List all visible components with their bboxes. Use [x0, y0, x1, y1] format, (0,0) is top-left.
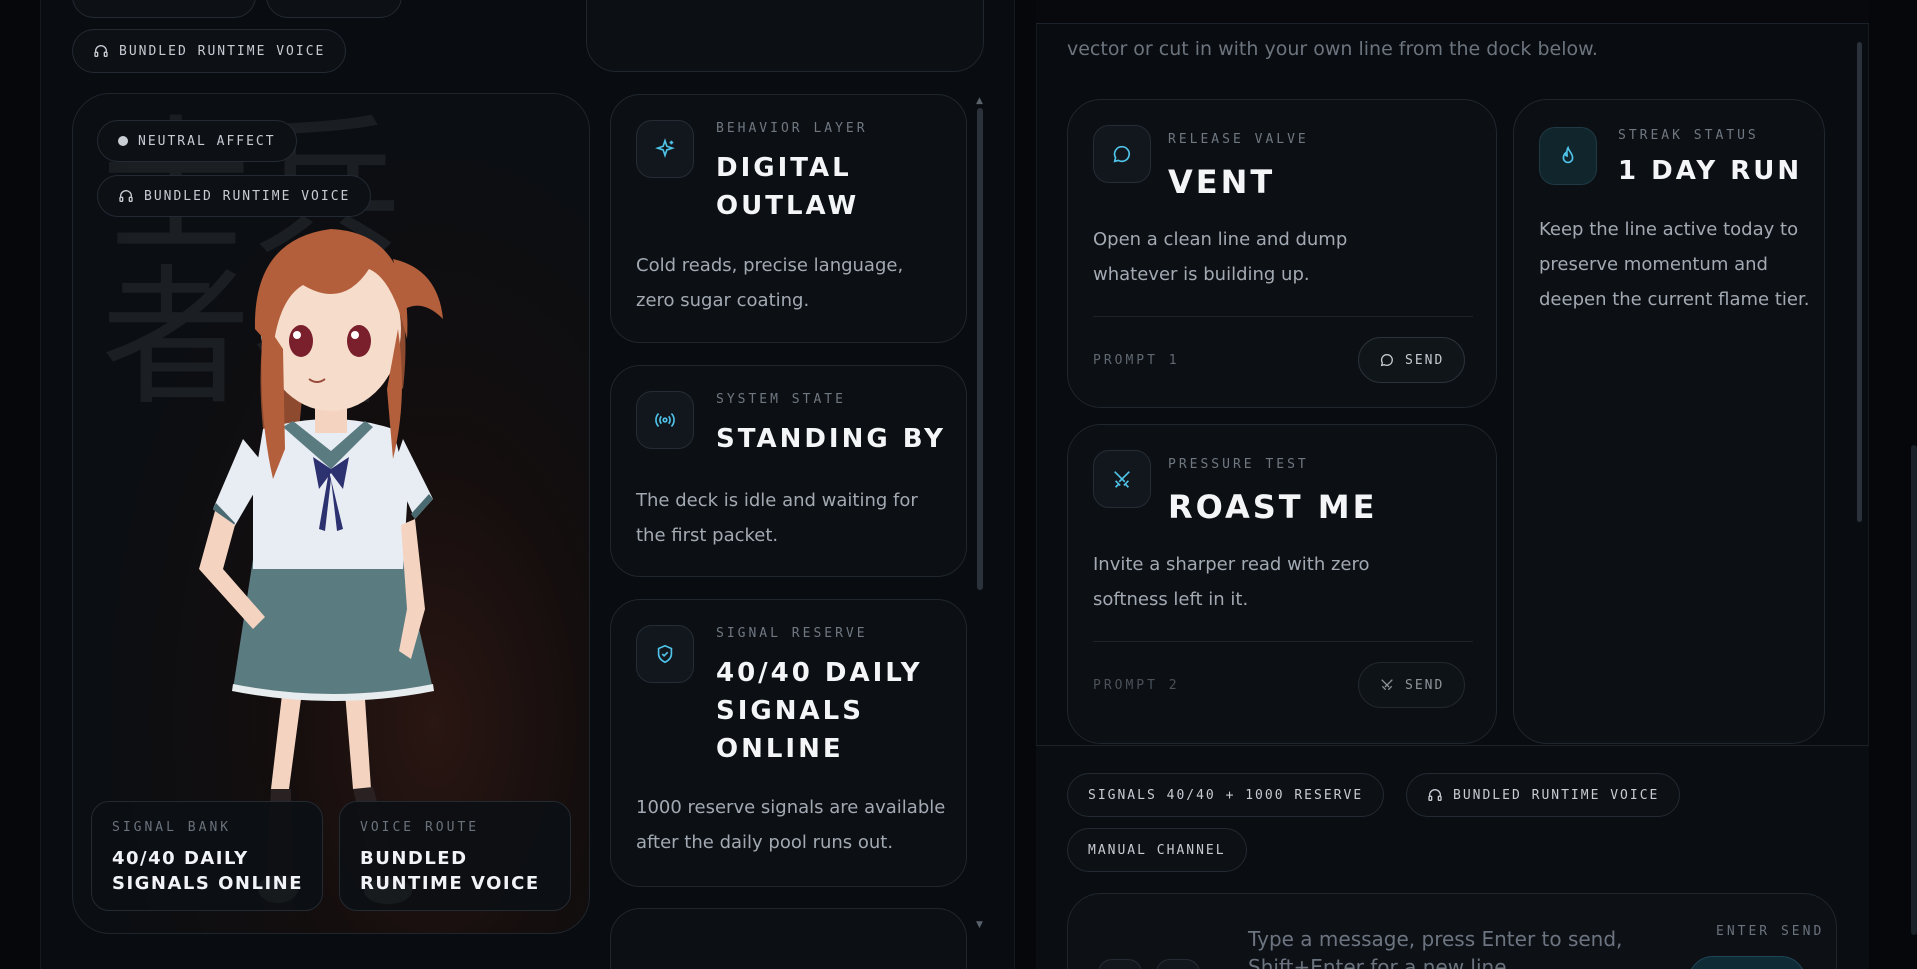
icon-tile	[1093, 450, 1151, 508]
card-body: Cold reads, precise language, zero sugar…	[636, 255, 904, 311]
status-card-behavior: BEHAVIOR LAYER DIGITAL OUTLAW Cold reads…	[610, 94, 967, 343]
prompt-card-roast[interactable]: PRESSURE TEST ROAST ME Invite a sharper …	[1067, 424, 1497, 744]
composer-tool-button[interactable]	[1156, 959, 1200, 969]
headphones-icon	[119, 190, 133, 202]
intro-text: vector or cut in with your own line from…	[1067, 38, 1598, 60]
chip-partial	[72, 0, 256, 18]
card-title: 40/40 DAILY SIGNALS ONLINE	[716, 658, 923, 764]
card-title: STANDING BY	[716, 424, 946, 454]
prompt-index: PROMPT 1	[1093, 353, 1180, 368]
scroll-down-arrow[interactable]: ▼	[976, 920, 983, 930]
page-scrollbar-thumb[interactable]	[1911, 445, 1917, 935]
card-kicker: STREAK STATUS	[1618, 128, 1759, 143]
stat-label: VOICE ROUTE	[360, 820, 480, 835]
hero-voice-chip: BUNDLED RUNTIME VOICE	[97, 175, 372, 217]
streak-card: STREAK STATUS 1 DAY RUN Keep the line ac…	[1513, 99, 1825, 744]
divider	[1093, 641, 1473, 642]
icon-tile	[636, 391, 694, 449]
headphones-icon	[94, 45, 108, 57]
sparkle-icon	[655, 138, 675, 159]
message-input[interactable]: Type a message, press Enter to send, Shi…	[1248, 925, 1622, 969]
icon-tile	[1539, 127, 1597, 185]
send-message-button[interactable]	[1688, 956, 1806, 969]
stat-signal-bank: SIGNAL BANK 40/40 DAILY SIGNALS ONLINE	[91, 801, 323, 911]
card-kicker: RELEASE VALVE	[1168, 132, 1309, 147]
channel-chip: MANUAL CHANNEL	[1067, 828, 1247, 872]
send-button[interactable]: SEND	[1358, 662, 1466, 708]
stat-value: BUNDLED RUNTIME VOICE	[360, 848, 540, 894]
left-scrollbar-thumb[interactable]	[977, 108, 983, 590]
voice-chip: BUNDLED RUNTIME VOICE	[72, 29, 347, 73]
flame-icon	[1562, 145, 1574, 164]
status-card-fragment	[610, 908, 967, 969]
icon-tile	[636, 120, 694, 178]
status-card-system: SYSTEM STATE STANDING BY The deck is idl…	[610, 365, 967, 577]
card-body: 1000 reserve signals are available after…	[636, 797, 946, 853]
send-button[interactable]: SEND	[1358, 337, 1466, 383]
message-placeholder: Type a message, press Enter to send,	[1248, 927, 1623, 951]
affect-chip: NEUTRAL AFFECT	[97, 120, 297, 162]
voice-chip-label: BUNDLED RUNTIME VOICE	[119, 43, 326, 59]
enter-hint: ENTER SEND	[1716, 924, 1825, 939]
send-button-label: SEND	[1405, 352, 1445, 368]
crossed-swords-icon	[1114, 471, 1130, 488]
card-body: Open a clean line and dump whatever is b…	[1093, 229, 1348, 285]
affect-dot	[118, 136, 128, 146]
icon-tile	[636, 625, 694, 683]
card-kicker: SYSTEM STATE	[716, 392, 846, 407]
card-fragment	[586, 0, 984, 72]
composer-tool-button[interactable]	[1098, 959, 1142, 969]
chip-partial	[266, 0, 402, 18]
headphones-icon	[1428, 789, 1442, 801]
signals-chip: SIGNALS 40/40 + 1000 RESERVE	[1067, 773, 1385, 817]
crossed-swords-icon	[1381, 679, 1393, 691]
card-body: Keep the line active today to preserve m…	[1539, 219, 1810, 310]
broadcast-icon	[655, 413, 675, 427]
divider	[1093, 316, 1473, 317]
card-body: The deck is idle and waiting for the fir…	[636, 490, 918, 546]
card-kicker: SIGNAL RESERVE	[716, 626, 868, 641]
card-title: 1 DAY RUN	[1618, 156, 1803, 186]
right-scrollbar-thumb[interactable]	[1857, 42, 1862, 522]
message-placeholder-2: Shift+Enter for a new line.	[1248, 955, 1513, 969]
card-title: ROAST ME	[1168, 488, 1378, 526]
status-card-reserve: SIGNAL RESERVE 40/40 DAILY SIGNALS ONLIN…	[610, 599, 967, 887]
prompt-index: PROMPT 2	[1093, 678, 1180, 693]
card-title: DIGITAL OUTLAW	[716, 153, 860, 221]
channel-chip-label: MANUAL CHANNEL	[1088, 842, 1226, 858]
stat-voice-route: VOICE ROUTE BUNDLED RUNTIME VOICE	[339, 801, 571, 911]
stat-value: 40/40 DAILY SIGNALS ONLINE	[112, 848, 304, 894]
icon-tile	[1093, 125, 1151, 183]
right-header-strip	[1036, 0, 1869, 24]
card-title: VENT	[1168, 163, 1276, 201]
chat-bubble-icon	[1113, 145, 1131, 163]
prompt-card-vent[interactable]: RELEASE VALVE VENT Open a clean line and…	[1067, 99, 1497, 408]
card-body: Invite a sharper read with zero softness…	[1093, 554, 1370, 610]
chat-bubble-icon	[1380, 353, 1393, 367]
affect-chip-label: NEUTRAL AFFECT	[138, 133, 276, 149]
scroll-up-arrow[interactable]: ▲	[976, 96, 983, 106]
avatar-hero-panel: 士兵 者谷	[72, 93, 590, 934]
card-kicker: BEHAVIOR LAYER	[716, 121, 868, 136]
composer: Type a message, press Enter to send, Shi…	[1067, 893, 1837, 969]
card-kicker: PRESSURE TEST	[1168, 457, 1309, 472]
signals-chip-label: SIGNALS 40/40 + 1000 RESERVE	[1088, 787, 1364, 803]
send-button-label: SEND	[1405, 677, 1445, 693]
stat-label: SIGNAL BANK	[112, 820, 232, 835]
voice-chip: BUNDLED RUNTIME VOICE	[1406, 773, 1681, 817]
hero-voice-chip-label: BUNDLED RUNTIME VOICE	[144, 188, 351, 204]
voice-chip-label: BUNDLED RUNTIME VOICE	[1453, 787, 1660, 803]
shield-icon	[657, 644, 673, 664]
